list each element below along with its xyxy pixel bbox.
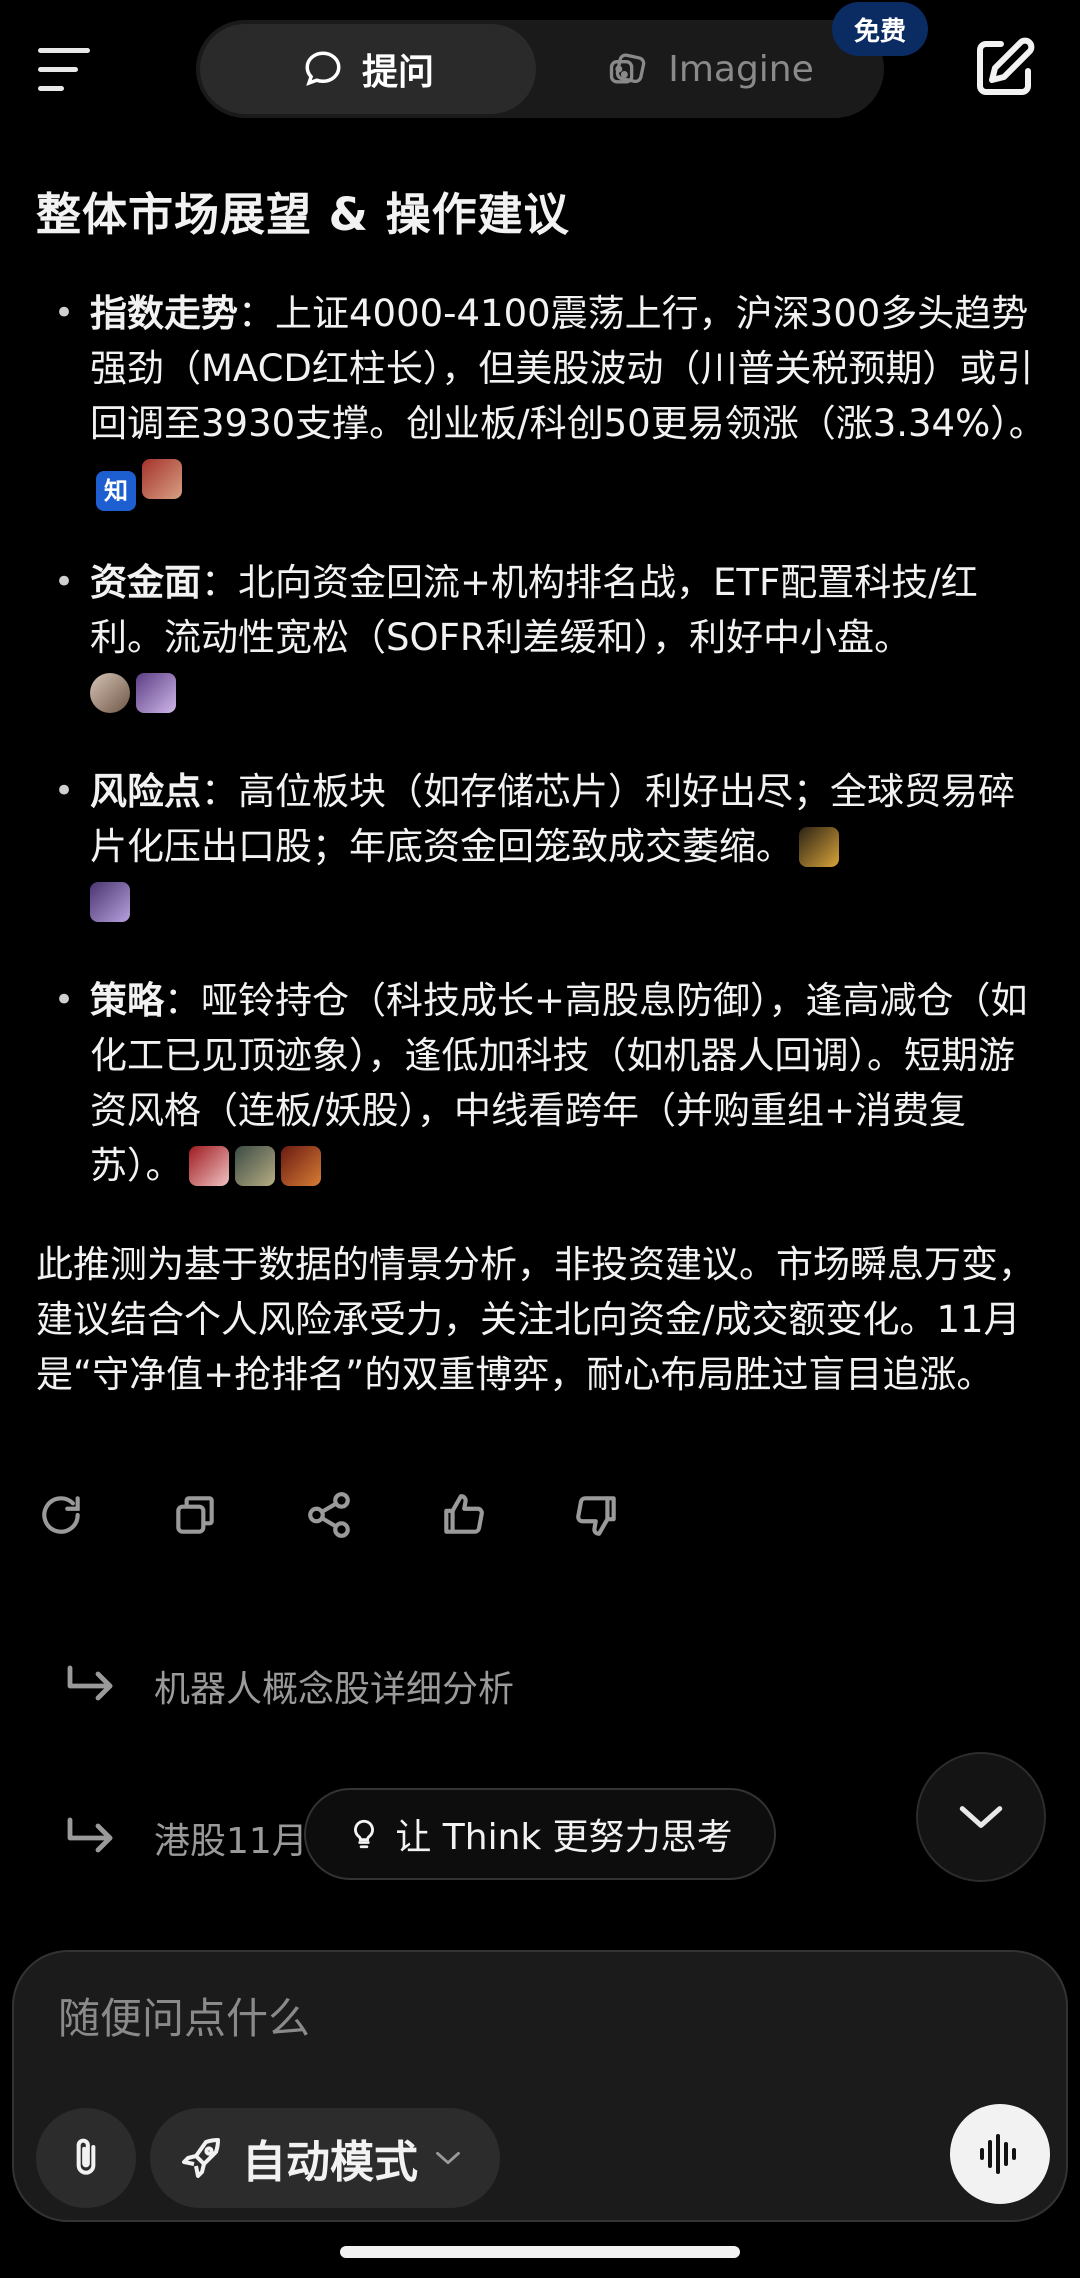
attach-button[interactable] <box>36 2108 136 2208</box>
tab-imagine[interactable]: Imagine <box>540 20 880 118</box>
message-actions <box>36 1490 622 1540</box>
bullet-text: ：高位板块（如存储芯片）利好出尽；全球贸易碎片化压出口股；年底资金回笼致成交萎缩… <box>90 770 1015 868</box>
source-thumbnail-icon[interactable] <box>136 673 176 713</box>
bullet-item: 指数走势：上证4000-4100震荡上行，沪深300多头趋势强劲（MACD红柱长… <box>36 286 1046 511</box>
menu-button[interactable] <box>38 38 108 100</box>
rocket-icon <box>182 2138 220 2178</box>
refresh-icon[interactable] <box>36 1490 86 1540</box>
menu-line <box>38 47 90 53</box>
message-input[interactable] <box>58 1986 958 2050</box>
bullet-item: 资金面：北向资金回流+机构排名战，ETF配置科技/红利。流动性宽松（SOFR利差… <box>36 555 1046 720</box>
composer: 自动模式 <box>12 1950 1068 2222</box>
bullet-list: 指数走势：上证4000-4100震荡上行，沪深300多头趋势强劲（MACD红柱长… <box>36 286 1046 1193</box>
waveform-icon <box>980 2134 1016 2174</box>
suggestion-item[interactable]: 港股11月 <box>64 1812 308 1864</box>
bullet-text: ：哑铃持仓（科技成长+高股息防御），逢高减仓（如化工已见顶迹象），逢低加科技（如… <box>90 979 1028 1187</box>
free-badge: 免费 <box>832 2 928 56</box>
suggestion-text: 机器人概念股详细分析 <box>154 1669 515 1710</box>
source-thumbnail-icon[interactable] <box>234 1146 275 1186</box>
menu-line <box>38 85 64 91</box>
chevron-down-icon <box>959 1806 1003 1828</box>
source-thumbnail-icon[interactable] <box>90 882 130 922</box>
thumbs-up-icon[interactable] <box>438 1490 488 1540</box>
new-chat-button[interactable] <box>968 32 1040 104</box>
assistant-message: 整体市场展望 & 操作建议 指数走势：上证4000-4100震荡上行，沪深300… <box>36 180 1046 1402</box>
arrow-return-icon <box>67 1665 113 1701</box>
bullet-text: ：北向资金回流+机构排名战，ETF配置科技/红利。流动性宽松（SOFR利差缓和）… <box>90 561 978 659</box>
suggestion-text: 港股11月 <box>154 1821 308 1862</box>
chat-bubble-icon <box>305 51 341 86</box>
lightbulb-icon <box>354 1819 375 1849</box>
bullet-label: 指数走势 <box>90 292 238 335</box>
voice-button[interactable] <box>950 2104 1050 2204</box>
tab-ask-label: 提问 <box>361 52 434 93</box>
bullet-item: 风险点：高位板块（如存储芯片）利好出尽；全球贸易碎片化压出口股；年底资金回笼致成… <box>36 764 1046 929</box>
home-indicator <box>340 2246 740 2258</box>
menu-line <box>38 66 78 72</box>
source-thumbnail-icon[interactable] <box>142 459 182 499</box>
bullet-label: 资金面 <box>90 561 201 604</box>
tab-ask[interactable]: 提问 <box>200 24 536 114</box>
edit-icon <box>977 37 1035 95</box>
share-icon[interactable] <box>304 1490 354 1540</box>
chevron-down-icon <box>436 2151 460 2165</box>
copy-icon[interactable] <box>170 1490 220 1540</box>
source-thumbnail-icon[interactable] <box>188 1146 229 1186</box>
section-title: 整体市场展望 & 操作建议 <box>36 188 570 241</box>
think-harder-label: 让 Think 更努力思考 <box>395 1817 733 1858</box>
arrow-return-icon <box>67 1817 113 1853</box>
mode-segmented-control: 提问 Imagine <box>196 20 884 118</box>
mode-label: 自动模式 <box>242 2137 418 2188</box>
thumbs-down-icon[interactable] <box>572 1490 622 1540</box>
disclaimer-text: 此推测为基于数据的情景分析，非投资建议。市场瞬息万变，建议结合个人风险承受力，关… <box>36 1243 1035 1396</box>
mode-selector[interactable]: 自动模式 <box>150 2108 500 2208</box>
tab-imagine-label: Imagine <box>668 48 814 90</box>
paperclip-icon <box>76 2138 96 2175</box>
bullet-label: 风险点 <box>90 770 201 813</box>
scroll-to-bottom-button[interactable] <box>916 1752 1046 1882</box>
source-avatar-icon[interactable] <box>90 673 130 713</box>
dice-icon <box>610 53 646 84</box>
zhihu-source-icon[interactable]: 知 <box>96 471 136 511</box>
top-bar: 提问 Imagine 免费 <box>0 0 1080 150</box>
bullet-label: 策略 <box>90 979 164 1022</box>
source-thumbnail-icon[interactable] <box>280 1146 321 1186</box>
bullet-item: 策略：哑铃持仓（科技成长+高股息防御），逢高减仓（如化工已见顶迹象），逢低加科技… <box>36 973 1046 1193</box>
source-thumbnail-icon[interactable] <box>799 827 839 867</box>
think-harder-button[interactable]: 让 Think 更努力思考 <box>304 1788 776 1880</box>
suggestion-item[interactable]: 机器人概念股详细分析 <box>64 1660 514 1712</box>
